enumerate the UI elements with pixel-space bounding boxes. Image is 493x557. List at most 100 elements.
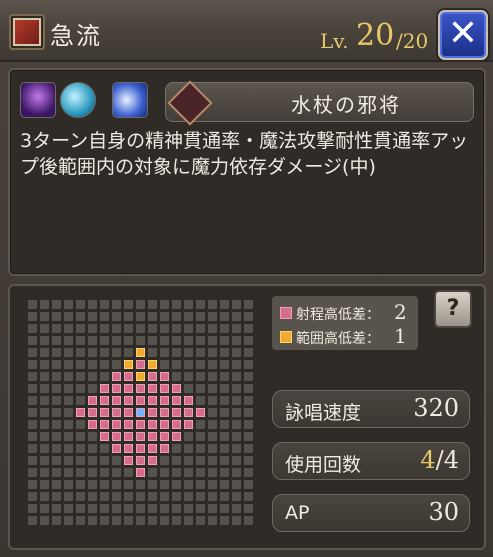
grid-cell	[184, 360, 193, 369]
grid-cell-area	[136, 348, 145, 357]
grid-cell-range	[112, 420, 121, 429]
grid-cell-range	[136, 396, 145, 405]
grid-cell	[40, 504, 49, 513]
grid-cell	[76, 396, 85, 405]
grid-cell	[40, 456, 49, 465]
grid-cell	[172, 300, 181, 309]
grid-cell	[40, 396, 49, 405]
grid-cell	[232, 348, 241, 357]
grid-cell	[88, 360, 97, 369]
grid-cell	[52, 444, 61, 453]
grid-cell	[160, 468, 169, 477]
grid-cell-range	[184, 420, 193, 429]
grid-cell	[100, 336, 109, 345]
grid-cell	[124, 492, 133, 501]
grid-cell	[100, 456, 109, 465]
grid-cell	[244, 336, 253, 345]
grid-cell	[88, 492, 97, 501]
grid-cell-range	[100, 396, 109, 405]
grid-cell	[64, 456, 73, 465]
grid-cell	[76, 384, 85, 393]
grid-cell	[244, 420, 253, 429]
grid-cell	[64, 348, 73, 357]
grid-cell	[52, 324, 61, 333]
grid-cell	[160, 516, 169, 525]
grid-cell-range	[112, 384, 121, 393]
grid-cell-target	[136, 360, 145, 369]
grid-cell	[136, 324, 145, 333]
grid-cell	[112, 504, 121, 513]
grid-cell	[52, 516, 61, 525]
dark-magic-icon	[20, 82, 56, 118]
grid-cell	[220, 480, 229, 489]
close-button[interactable]: ✕	[438, 10, 488, 60]
grid-cell	[136, 312, 145, 321]
grid-cell	[232, 468, 241, 477]
grid-cell	[160, 504, 169, 513]
level-max: /20	[396, 29, 429, 53]
grid-cell	[40, 420, 49, 429]
grid-cell-range	[148, 444, 157, 453]
grid-cell	[184, 516, 193, 525]
grid-cell	[64, 324, 73, 333]
grid-cell	[244, 468, 253, 477]
grid-cell	[244, 384, 253, 393]
grid-cell	[196, 360, 205, 369]
grid-cell-range	[160, 384, 169, 393]
header-bar: 急流 Lv. 20 /20 ✕	[0, 0, 493, 62]
grid-cell	[244, 324, 253, 333]
grid-cell-range	[124, 444, 133, 453]
grid-cell-range	[124, 384, 133, 393]
grid-cell	[232, 324, 241, 333]
grid-cell	[232, 492, 241, 501]
grid-cell	[220, 492, 229, 501]
grid-cell	[76, 504, 85, 513]
grid-cell-range	[100, 408, 109, 417]
grid-cell	[244, 492, 253, 501]
grid-cell-area	[148, 360, 157, 369]
grid-cell	[208, 384, 217, 393]
grid-cell	[88, 444, 97, 453]
grid-cell	[112, 324, 121, 333]
grid-cell	[52, 456, 61, 465]
grid-cell	[112, 312, 121, 321]
legend-label-range: 射程高低差：	[296, 307, 380, 323]
grid-cell	[148, 324, 157, 333]
grid-cell-range	[160, 420, 169, 429]
grid-cell	[184, 336, 193, 345]
grid-cell	[148, 300, 157, 309]
grid-cell	[40, 408, 49, 417]
grid-cell	[64, 444, 73, 453]
legend-label-area: 範囲高低差：	[296, 331, 380, 347]
grid-cell	[112, 360, 121, 369]
grid-cell	[220, 324, 229, 333]
grid-cell-range	[136, 444, 145, 453]
help-button[interactable]: ?	[434, 290, 472, 328]
grid-cell	[184, 324, 193, 333]
grid-cell	[64, 468, 73, 477]
grid-cell	[76, 336, 85, 345]
grid-cell	[136, 336, 145, 345]
grid-cell	[160, 348, 169, 357]
grid-cell	[196, 372, 205, 381]
grid-cell	[88, 324, 97, 333]
grid-cell	[208, 372, 217, 381]
grid-cell	[124, 312, 133, 321]
grid-cell	[76, 444, 85, 453]
uses-current: 4	[420, 446, 436, 474]
grid-cell	[64, 336, 73, 345]
skill-icon-art	[15, 20, 39, 44]
grid-cell	[52, 492, 61, 501]
grid-cell	[52, 396, 61, 405]
grid-cell	[76, 516, 85, 525]
cast-speed-label: 詠唱速度	[285, 402, 362, 424]
grid-cell	[52, 384, 61, 393]
grid-cell	[112, 456, 121, 465]
grid-cell	[28, 312, 37, 321]
grid-cell	[88, 384, 97, 393]
grid-cell-range	[124, 396, 133, 405]
legend-value-range: 2	[394, 300, 407, 324]
grid-cell	[244, 348, 253, 357]
grid-cell-range	[148, 432, 157, 441]
stat-cast-speed: 詠唱速度 320	[272, 390, 470, 428]
